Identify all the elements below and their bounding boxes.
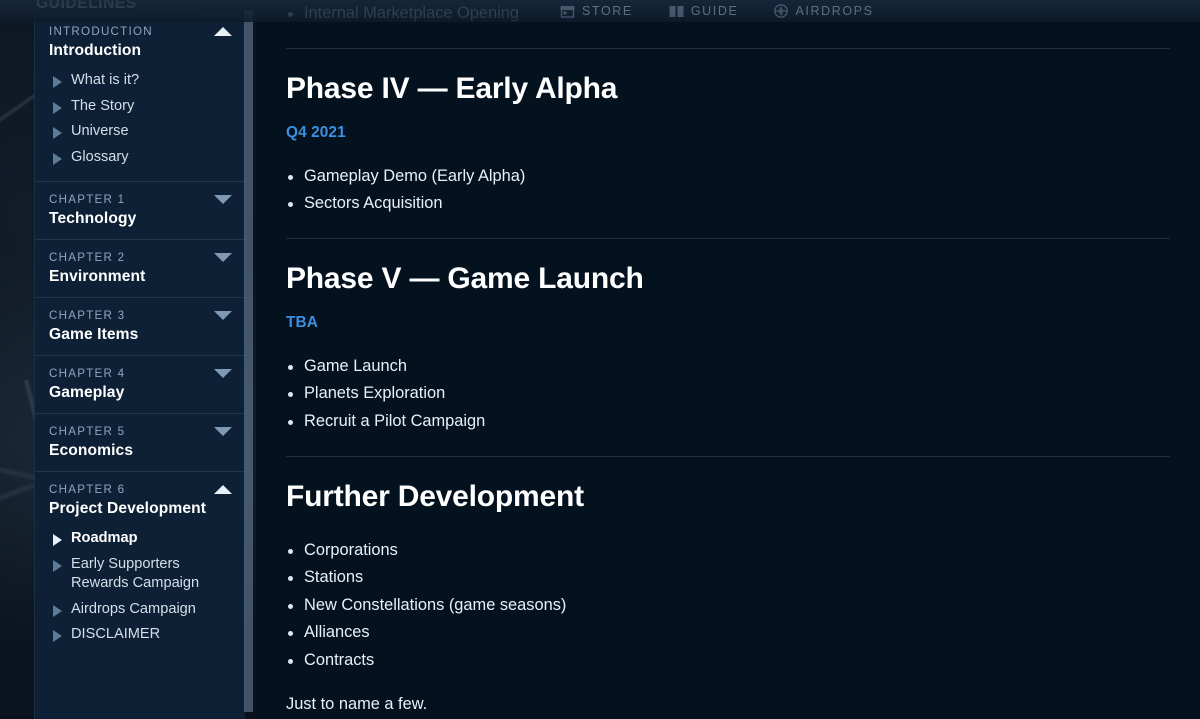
sidebar-section-game-items[interactable]: CHAPTER 3 Game Items xyxy=(35,297,245,355)
caret-down-icon[interactable] xyxy=(214,369,232,379)
list-item: Sectors Acquisition xyxy=(286,190,1170,218)
sidebar-item-label: The Story xyxy=(71,97,135,114)
triangle-right-icon xyxy=(53,76,62,88)
top-nav-item-store[interactable]: STORE xyxy=(560,4,633,18)
sidebar-sublist: Roadmap Early Supporters Rewards Campaign… xyxy=(49,526,231,648)
sidebar-item-label: Airdrops Campaign xyxy=(71,600,196,617)
bullet-list: Corporations Stations New Constellations (… xyxy=(286,537,1170,675)
list-item: Stations xyxy=(286,564,1170,592)
list-item: Game Launch xyxy=(286,353,1170,381)
top-navigation-bar: STORE GUIDE AIRDROPS xyxy=(0,0,1200,22)
sidebar-section-title: Game Items xyxy=(49,326,139,344)
caret-up-icon[interactable] xyxy=(214,27,232,36)
triangle-right-icon xyxy=(53,534,62,547)
heading-further-development: Further Development xyxy=(286,479,584,513)
caret-down-icon[interactable] xyxy=(214,195,232,205)
list-item: Recruit a Pilot Campaign xyxy=(286,408,1170,436)
store-icon xyxy=(560,5,575,18)
triangle-right-icon xyxy=(53,630,62,643)
top-nav-item-label: GUIDE xyxy=(690,4,739,18)
sidebar-section-title: Introduction xyxy=(49,42,142,59)
bullet-list: Gameplay Demo (Early Alpha) Sectors Acqui… xyxy=(286,163,1170,218)
sidebar-item-label: Universe xyxy=(71,123,129,140)
triangle-right-icon xyxy=(53,101,62,114)
sidebar-item-disclaimer[interactable]: DISCLAIMER xyxy=(49,622,231,648)
period-label: Q4 2021 xyxy=(286,123,346,141)
top-nav-item-label: STORE xyxy=(582,4,633,18)
sidebar-item-glossary[interactable]: Glossary xyxy=(49,145,231,171)
list-item: Corporations xyxy=(286,537,1170,565)
triangle-right-icon xyxy=(53,127,62,140)
caret-down-icon[interactable] xyxy=(214,311,232,321)
sidebar-item-label: Early Supporters Rewards Campaign xyxy=(71,555,200,592)
sidebar-item-the-story[interactable]: The Story xyxy=(49,94,231,120)
list-item: Contracts xyxy=(286,647,1170,675)
triangle-right-icon xyxy=(53,559,62,572)
list-item: New Constellations (game seasons) xyxy=(286,592,1170,620)
list-item: Gameplay Demo (Early Alpha) xyxy=(286,163,1170,191)
sidebar-section-title: Project Development xyxy=(49,500,207,518)
list-item: Planets Exploration xyxy=(286,380,1170,408)
sidebar-section-title: Economics xyxy=(49,442,134,460)
sidebar-section-environment[interactable]: CHAPTER 2 Environment xyxy=(35,239,245,297)
sidebar-item-label: Roadmap xyxy=(71,530,138,547)
section-divider xyxy=(286,237,1170,239)
sidebar-section-title: Environment xyxy=(49,268,146,286)
content-inner: Internal Marketplace OpeningPhase IV — E… xyxy=(286,0,1170,719)
sidebar-item-airdrops-campaign[interactable]: Airdrops Campaign xyxy=(49,597,231,623)
caret-down-icon[interactable] xyxy=(214,253,232,263)
section-divider xyxy=(286,47,1170,49)
list-item: Alliances xyxy=(286,619,1170,647)
sidebar-section-economics[interactable]: CHAPTER 5 Economics xyxy=(35,413,245,471)
sidebar-section-title: Gameplay xyxy=(49,384,125,402)
sidebar-section-technology[interactable]: CHAPTER 1 Technology xyxy=(35,181,245,239)
sidebar-scrollbar-track[interactable] xyxy=(244,10,253,712)
top-nav-item-airdrops[interactable]: AIRDROPS xyxy=(774,4,873,18)
top-nav-items: STORE GUIDE AIRDROPS xyxy=(560,0,874,22)
closing-note: Just to name a few. xyxy=(286,694,428,713)
sidebar-item-early-supporters-rewards-campaign[interactable]: Early Supporters Rewards Campaign xyxy=(49,552,231,597)
top-nav-item-guide[interactable]: GUIDE xyxy=(669,4,739,18)
sidebar-item-label: What is it? xyxy=(71,72,140,88)
sidebar-item-what-is-it[interactable]: What is it? xyxy=(49,68,231,94)
sidebar-section-label: CHAPTER 3 xyxy=(49,309,126,323)
sidebar-section-label: CHAPTER 6 xyxy=(49,483,126,497)
sidebar-section-label: CHAPTER 4 xyxy=(49,367,126,381)
triangle-right-icon xyxy=(53,152,62,165)
heading-phase-iv-early-alpha: Phase IV — Early Alpha xyxy=(286,71,618,105)
caret-down-icon[interactable] xyxy=(214,427,232,437)
sidebar-section-gameplay[interactable]: CHAPTER 4 Gameplay xyxy=(35,355,245,413)
sidebar-item-label: DISCLAIMER xyxy=(71,626,161,643)
sidebar-section-title: Technology xyxy=(49,210,137,228)
sidebar-item-roadmap[interactable]: Roadmap xyxy=(49,526,231,552)
sidebar-section-label: CHAPTER 2 xyxy=(49,251,126,265)
bullet-list: Game Launch Planets Exploration Recruit a … xyxy=(286,353,1170,436)
sidebar-sublist: What is it? The Story Universe Glossary xyxy=(49,68,231,170)
sidebar-section-project-development[interactable]: CHAPTER 6 Project Development Roadmap Early… xyxy=(35,471,245,659)
section-divider xyxy=(286,455,1170,457)
sidebar-section-label: CHAPTER 1 xyxy=(49,193,126,207)
sidebar-scrollbar-thumb[interactable] xyxy=(244,10,253,712)
triangle-right-icon xyxy=(53,604,62,617)
sidebar-section-label: CHAPTER 5 xyxy=(49,425,126,439)
book-icon xyxy=(669,5,684,17)
sidebar-section-label: INTRODUCTION xyxy=(49,25,153,38)
airdrop-icon xyxy=(774,4,789,18)
heading-phase-v-game-launch: Phase V — Game Launch xyxy=(286,261,644,295)
sidebar-item-universe[interactable]: Universe xyxy=(49,119,231,145)
period-label: TBA xyxy=(286,313,318,331)
sidebar-nav-list: INTRODUCTION Introduction What is it? The S… xyxy=(34,14,245,719)
top-nav-item-label: AIRDROPS xyxy=(795,4,874,18)
sidebar-item-label: Glossary xyxy=(71,148,129,165)
sidebar-section-introduction[interactable]: INTRODUCTION Introduction What is it? The S… xyxy=(35,14,245,181)
main-content: Internal Marketplace OpeningPhase IV — E… xyxy=(256,0,1200,719)
sidebar: GUIDELINES INTRODUCTIONIntroductionWhat … xyxy=(0,0,256,719)
caret-up-icon[interactable] xyxy=(214,485,232,495)
